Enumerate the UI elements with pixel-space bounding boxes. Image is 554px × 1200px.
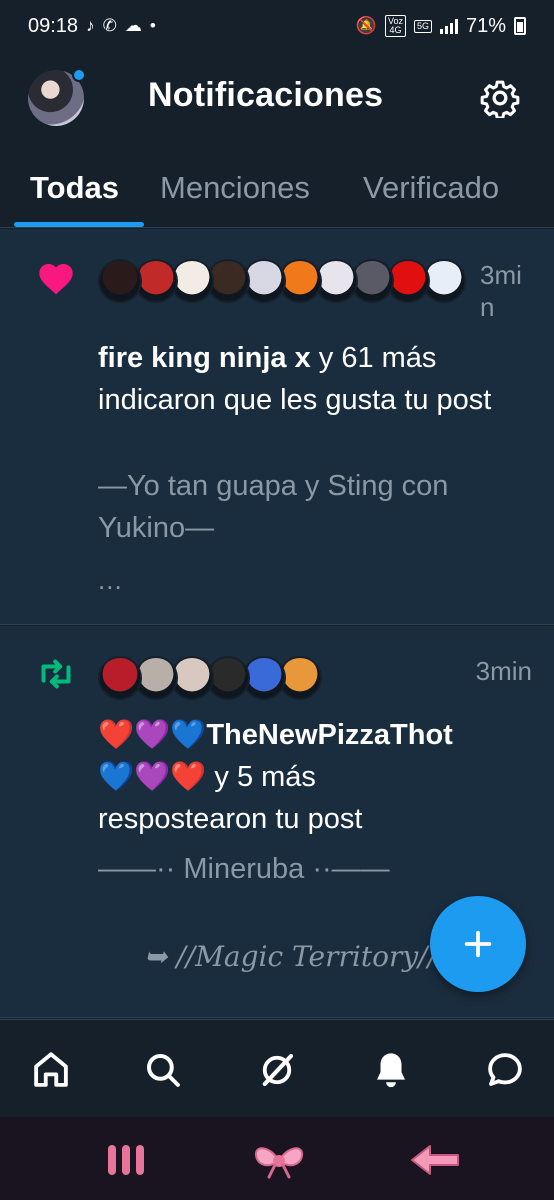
system-navigation-bar [0, 1117, 554, 1200]
home-bow-icon[interactable] [253, 1143, 305, 1179]
messages-icon[interactable] [484, 1049, 526, 1091]
tiktok-icon: ♪ [86, 16, 95, 35]
mute-icon: 🔕 [355, 16, 377, 35]
notification-time: 3min [480, 260, 522, 322]
back-icon[interactable] [410, 1143, 460, 1177]
notification-tabs: Todas Menciones Verificado [0, 144, 554, 228]
reposter-avatars [98, 656, 322, 700]
cloud-icon: ☁ [124, 16, 142, 35]
repost-icon [41, 659, 71, 689]
recents-icon[interactable] [106, 1143, 146, 1177]
user-name[interactable]: fire king ninja x [98, 342, 311, 374]
settings-gear-icon[interactable] [480, 78, 520, 118]
user-avatar[interactable] [98, 656, 142, 700]
plus-icon [464, 930, 492, 958]
notification-text: fire king ninja x y 61 más indicaron que… [98, 337, 514, 421]
post-preview: ——·· Mineruba ··—— [98, 853, 390, 885]
notification-like[interactable]: 3min fire king ninja x y 61 más indicaro… [0, 229, 554, 625]
user-name-emoji: 💙💜❤️ [98, 761, 207, 793]
more-ellipsis: ... [98, 565, 123, 595]
unread-dot [72, 68, 86, 82]
heart-icon [39, 264, 73, 295]
post-preview-line-2: ➥ //Magic Territory// [144, 940, 438, 973]
notification-time: 3min [475, 656, 532, 686]
header: Notificaciones [0, 52, 554, 144]
user-name[interactable]: ❤️💜💙TheNewPizzaThot [98, 719, 453, 751]
user-avatar[interactable] [98, 259, 142, 303]
grok-icon[interactable] [256, 1049, 298, 1091]
battery-icon [514, 17, 526, 35]
compose-button[interactable] [430, 896, 526, 992]
tab-verificado[interactable]: Verificado [363, 170, 499, 206]
liker-avatars [98, 259, 466, 303]
post-preview: —Yo tan guapa y Sting con Yukino— [98, 470, 449, 544]
status-bar: 09:18 ♪ ✆ ☁ • 🔕 Voz 4G 5G 71% [0, 0, 554, 52]
5g-indicator: 5G [413, 19, 432, 33]
notification-action: y 5 más [206, 761, 316, 793]
whatsapp-icon: ✆ [102, 16, 117, 35]
tab-todas[interactable]: Todas [30, 170, 119, 206]
dot-icon: • [149, 16, 156, 35]
profile-avatar-button[interactable] [28, 68, 86, 126]
notification-action-2: respostearon tu post [98, 803, 363, 835]
page-title: Notificaciones [148, 76, 384, 114]
search-icon[interactable] [142, 1049, 184, 1091]
4g-label: 4G [389, 25, 402, 35]
bottom-navigation [0, 1019, 554, 1117]
tab-menciones[interactable]: Menciones [160, 170, 310, 206]
bell-icon[interactable] [370, 1049, 412, 1091]
battery-percent: 71% [465, 14, 506, 37]
clock: 09:18 [28, 14, 79, 37]
active-tab-indicator [14, 222, 144, 227]
notification-text: ❤️💜💙TheNewPizzaThot 💙💜❤️ y 5 más respost… [98, 714, 514, 840]
signal-icon [439, 18, 458, 34]
home-icon[interactable] [30, 1049, 72, 1091]
volte-indicator: Voz 4G [384, 15, 406, 37]
